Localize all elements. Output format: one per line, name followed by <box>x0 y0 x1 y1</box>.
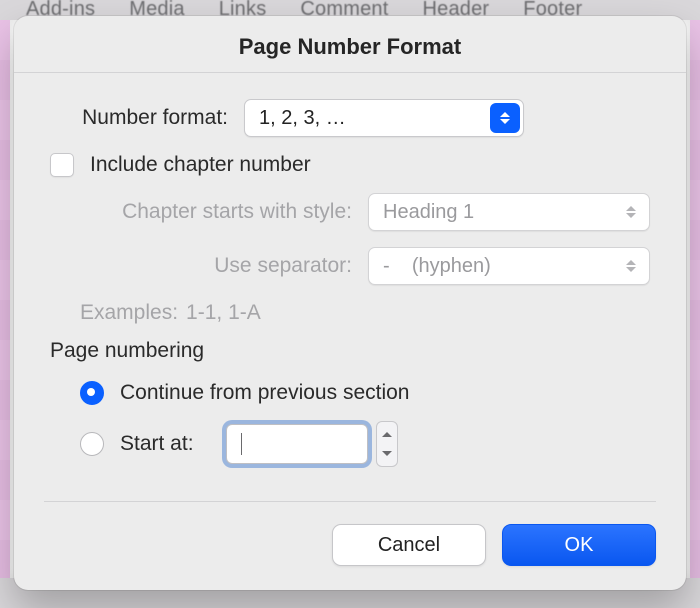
chevron-updown-icon <box>490 103 520 133</box>
chevron-updown-icon <box>616 251 646 281</box>
page-edge-right <box>690 20 700 578</box>
cancel-button-label: Cancel <box>378 534 440 557</box>
separator-label: Use separator: <box>80 254 352 278</box>
examples-label: Examples: <box>80 301 178 325</box>
text-caret-icon <box>241 433 242 455</box>
start-at-label: Start at: <box>120 432 210 456</box>
continue-radio[interactable] <box>80 381 104 405</box>
number-format-value: 1, 2, 3, … <box>259 107 346 130</box>
dialog-title: Page Number Format <box>14 16 686 72</box>
separator-value: - (hyphen) <box>383 255 491 278</box>
start-at-stepper[interactable] <box>376 421 398 467</box>
page-edge-left <box>0 20 10 578</box>
chapter-style-value: Heading 1 <box>383 201 474 224</box>
ok-button[interactable]: OK <box>502 524 656 566</box>
examples-value: 1-1, 1-A <box>186 301 261 325</box>
page-numbering-label: Page numbering <box>50 339 650 363</box>
separator-select[interactable]: - (hyphen) <box>368 247 650 285</box>
chevron-down-icon <box>382 451 392 456</box>
page-number-format-dialog: Page Number Format Number format: 1, 2, … <box>14 16 686 590</box>
chapter-style-label: Chapter starts with style: <box>80 200 352 224</box>
chevron-up-icon <box>382 432 392 437</box>
continue-label: Continue from previous section <box>120 381 409 405</box>
chapter-style-select[interactable]: Heading 1 <box>368 193 650 231</box>
cancel-button[interactable]: Cancel <box>332 524 486 566</box>
number-format-select[interactable]: 1, 2, 3, … <box>244 99 524 137</box>
start-at-input[interactable] <box>226 424 368 464</box>
chevron-updown-icon <box>616 197 646 227</box>
start-at-radio[interactable] <box>80 432 104 456</box>
number-format-label: Number format: <box>50 106 228 130</box>
include-chapter-checkbox[interactable] <box>50 153 74 177</box>
ok-button-label: OK <box>565 534 594 557</box>
include-chapter-label: Include chapter number <box>90 153 311 177</box>
